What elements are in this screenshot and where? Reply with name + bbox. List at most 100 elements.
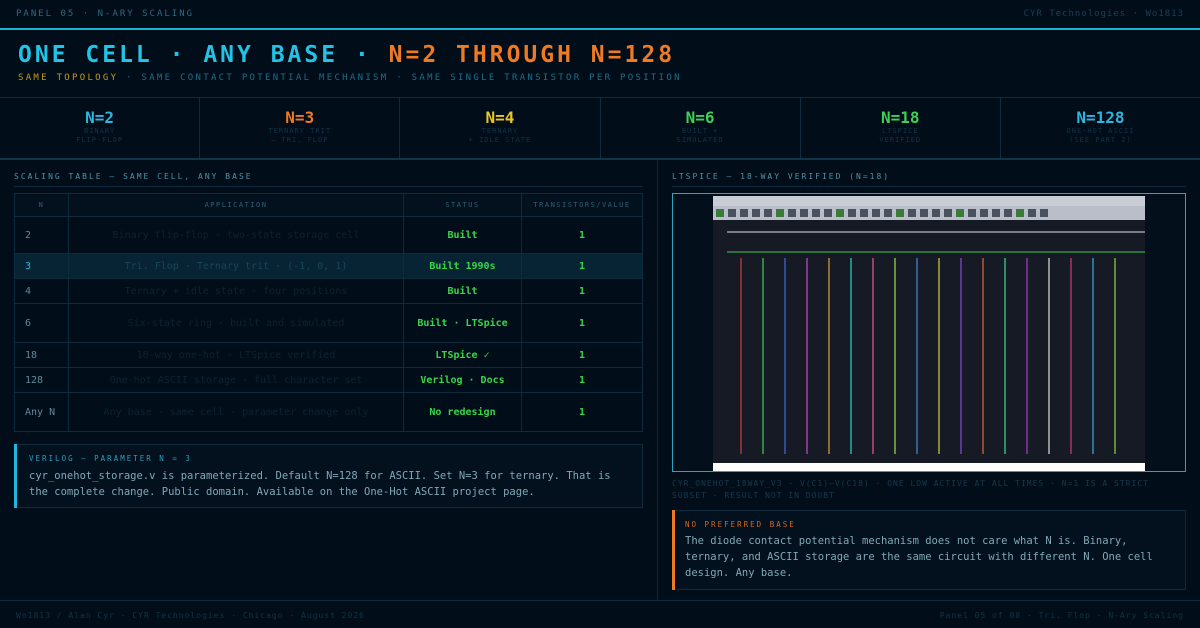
toolbar-icon xyxy=(860,209,868,217)
table-row: Any N Any base · same cell · parameter c… xyxy=(14,392,643,432)
section-rule xyxy=(672,186,1186,187)
ltspice-section-title: LTSPICE — 18-WAY VERIFIED (N=18) xyxy=(672,172,891,181)
toolbar-icon xyxy=(716,209,724,217)
toolbar-icon xyxy=(896,209,904,217)
stat-value: N=3 xyxy=(285,108,315,127)
stat-desc: TERNARY xyxy=(481,127,519,135)
column-header-transistors: TRANSISTORS/VALUE xyxy=(521,193,643,217)
toolbar-icon xyxy=(980,209,988,217)
toolbar-icon xyxy=(1016,209,1024,217)
cell-n: 6 xyxy=(14,303,69,343)
stat-value: N=128 xyxy=(1076,108,1125,127)
panel-label: PANEL 05 · N-ARY SCALING xyxy=(16,9,195,19)
table-header-row: N APPLICATION STATUS TRANSISTORS/VALUE xyxy=(14,193,643,217)
stat-desc: LTSPICE xyxy=(882,127,919,135)
stat-desc: FLIP-FLOP xyxy=(76,136,124,144)
column-divider xyxy=(657,160,658,600)
column-header-n: N xyxy=(14,193,69,217)
footer-credit: Wo1813 / Alan Cyr · CYR Technologies · C… xyxy=(16,611,365,620)
cell-status: Built 1990s xyxy=(403,253,522,279)
toolbar-icon xyxy=(956,209,964,217)
cell-application: One-hot ASCII storage · full character s… xyxy=(68,367,404,393)
column-header-application: APPLICATION xyxy=(68,193,404,217)
table-section-title: SCALING TABLE — SAME CELL, ANY BASE xyxy=(14,172,253,181)
scaling-table: N APPLICATION STATUS TRANSISTORS/VALUE 2… xyxy=(14,193,643,432)
toolbar-icon xyxy=(1004,209,1012,217)
stat-desc: — TRI. FLOP xyxy=(271,136,329,144)
stat-desc: SIMULATED xyxy=(676,136,724,144)
toolbar-icon xyxy=(800,209,808,217)
stats-row: N=2 BINARY FLIP-FLOP N=3 TERNARY TRIT — … xyxy=(0,97,1200,160)
cell-transistors: 1 xyxy=(521,303,643,343)
subtitle-part-2: · SAME CONTACT POTENTIAL MECHANISM · SAM… xyxy=(118,73,682,83)
stat-n6: N=6 BUILT + SIMULATED xyxy=(601,98,801,158)
table-row: 4 Ternary + idle state · four positions … xyxy=(14,278,643,304)
stat-n3: N=3 TERNARY TRIT — TRI. FLOP xyxy=(200,98,401,158)
toolbar-icon xyxy=(944,209,952,217)
page-title: ONE CELL · ANY BASE · N=2 THROUGH N=128 xyxy=(18,42,675,68)
stat-desc: VERIFIED xyxy=(879,136,922,144)
ltspice-plot-area xyxy=(713,220,1145,463)
stat-value: N=18 xyxy=(881,108,920,127)
stat-n2: N=2 BINARY FLIP-FLOP xyxy=(0,98,201,158)
stat-desc: TERNARY TRIT xyxy=(268,127,332,135)
cell-application: Six-state ring · built and simulated xyxy=(68,303,404,343)
ltspice-menubar xyxy=(713,196,1145,206)
cell-transistors: 1 xyxy=(521,253,643,279)
stat-desc: (SEE PART 2) xyxy=(1069,136,1132,144)
subtitle-part-1: SAME TOPOLOGY xyxy=(18,73,119,83)
callout-accent-bar xyxy=(14,444,17,508)
table-row: 18 18-way one-hot · LTSpice verified LTS… xyxy=(14,342,643,368)
callout-accent-bar xyxy=(672,510,675,590)
verilog-note: VERILOG — PARAMETER N = 3 cyr_onehot_sto… xyxy=(14,444,643,508)
no-preferred-base-heading: NO PREFERRED BASE xyxy=(685,520,796,529)
title-part-2: N=2 THROUGH N=128 xyxy=(388,42,676,68)
toolbar-icon xyxy=(812,209,820,217)
stat-n4: N=4 TERNARY + IDLE STATE xyxy=(400,98,601,158)
cell-status: Built xyxy=(403,278,522,304)
cell-n: 2 xyxy=(14,216,69,254)
toolbar-icon xyxy=(728,209,736,217)
ltspice-screenshot-frame xyxy=(672,193,1186,472)
toolbar-icon xyxy=(884,209,892,217)
toolbar-icon xyxy=(968,209,976,217)
no-preferred-base-text: The diode contact potential mechanism do… xyxy=(685,535,1153,579)
toolbar-icon xyxy=(788,209,796,217)
cell-transistors: 1 xyxy=(521,278,643,304)
toolbar-icon xyxy=(872,209,880,217)
toolbar-icon xyxy=(752,209,760,217)
no-preferred-base-note: NO PREFERRED BASE The diode contact pote… xyxy=(672,510,1186,590)
cell-transistors: 1 xyxy=(521,392,643,432)
cell-n: Any N xyxy=(14,392,69,432)
cell-application: 18-way one-hot · LTSpice verified xyxy=(68,342,404,368)
stat-n128: N=128 ONE-HOT ASCII (SEE PART 2) xyxy=(1001,98,1200,158)
table-row: 2 Binary flip-flop · two-state storage c… xyxy=(14,216,643,254)
toolbar-icon xyxy=(764,209,772,217)
footer-panel-index: Panel 05 of 08 · Tri. Flop · N-Ary Scali… xyxy=(939,611,1184,620)
company-label: CYR Technologies · Wo1813 xyxy=(1023,9,1184,19)
cell-application: Binary flip-flop · two-state storage cel… xyxy=(68,216,404,254)
cell-n: 3 xyxy=(14,253,69,279)
cell-status: Verilog · Docs xyxy=(403,367,522,393)
toolbar-icon xyxy=(992,209,1000,217)
stat-desc: BUILT + xyxy=(681,127,719,135)
cell-n: 128 xyxy=(14,367,69,393)
cell-status: No redesign xyxy=(403,392,522,432)
toolbar-icon xyxy=(824,209,832,217)
ltspice-caption: CYR_ONEHOT_18WAY_V3 · V(C1)–V(C18) · ONE… xyxy=(672,479,1149,500)
table-row: 6 Six-state ring · built and simulated B… xyxy=(14,303,643,343)
section-rule xyxy=(14,186,643,187)
cell-transistors: 1 xyxy=(521,367,643,393)
ltspice-screenshot xyxy=(713,196,1145,471)
stat-desc: ONE-HOT ASCII xyxy=(1066,127,1135,135)
footer: Wo1813 / Alan Cyr · CYR Technologies · C… xyxy=(0,600,1200,628)
cell-status: Built · LTSpice xyxy=(403,303,522,343)
cell-application: Tri. Flop · Ternary trit · (-1, 0, 1) xyxy=(68,253,404,279)
table-row-highlighted: 3 Tri. Flop · Ternary trit · (-1, 0, 1) … xyxy=(14,253,643,279)
verilog-note-text: cyr_onehot_storage.v is parameterized. D… xyxy=(29,470,611,498)
stat-value: N=6 xyxy=(685,108,715,127)
cell-application: Ternary + idle state · four positions xyxy=(68,278,404,304)
ltspice-waveform xyxy=(713,196,1145,471)
stat-value: N=4 xyxy=(485,108,515,127)
toolbar-icon xyxy=(776,209,784,217)
